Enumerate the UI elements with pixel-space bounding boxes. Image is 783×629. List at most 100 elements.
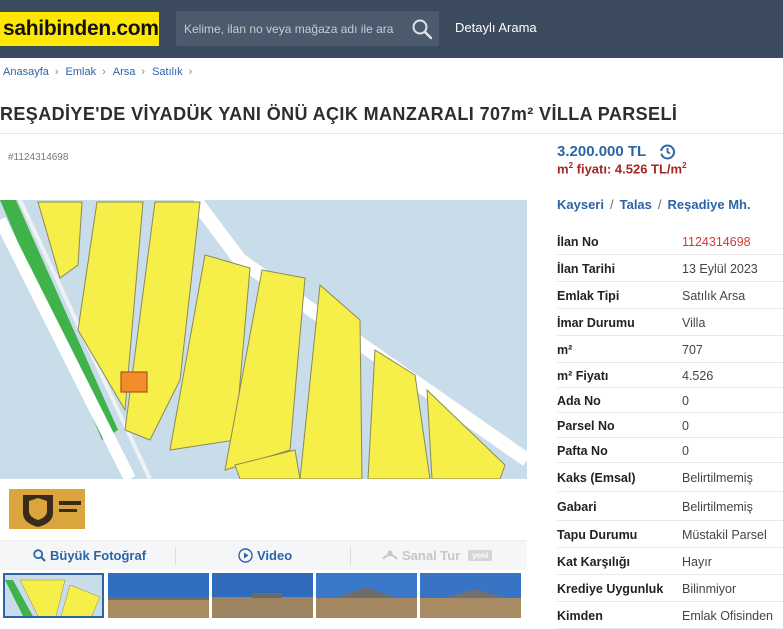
video-button[interactable]: Video bbox=[238, 548, 292, 563]
details-key: Gabari bbox=[557, 499, 597, 514]
details-key: Emlak Tipi bbox=[557, 288, 620, 303]
details-row: Pafta No 0 bbox=[557, 438, 783, 463]
virtual-tour-label: Sanal Tur bbox=[402, 548, 461, 563]
details-key: Tapu Durumu bbox=[557, 527, 638, 542]
virtual-tour-button[interactable]: Sanal Tur yeni bbox=[382, 548, 493, 563]
panorama-icon bbox=[382, 550, 398, 560]
thumbnail-strip bbox=[0, 573, 527, 618]
details-row: m² Fiyatı 4.526 bbox=[557, 363, 783, 388]
search-icon bbox=[33, 549, 46, 562]
details-row: Kimden Emlak Ofisinden bbox=[557, 602, 783, 629]
lion-shield-icon bbox=[9, 489, 85, 529]
details-value: Villa bbox=[682, 315, 706, 330]
location-district[interactable]: Talas bbox=[620, 197, 652, 212]
m2-price: m2 fiyatı: 4.526 TL/m2 bbox=[557, 161, 687, 176]
details-value: 0 bbox=[682, 418, 689, 433]
details-key: Parsel No bbox=[557, 418, 615, 433]
details-value: Satılık Arsa bbox=[682, 288, 746, 303]
details-key: İlan Tarihi bbox=[557, 261, 616, 276]
thumbnail-photo[interactable] bbox=[108, 573, 209, 618]
details-row: Parsel No 0 bbox=[557, 413, 783, 438]
search-icon[interactable] bbox=[411, 18, 433, 40]
chevron-right-icon: › bbox=[54, 66, 59, 78]
m2-price-unit-sup: 2 bbox=[682, 161, 687, 170]
location-city[interactable]: Kayseri bbox=[557, 197, 604, 212]
details-row: Kat Karşılığı Hayır bbox=[557, 548, 783, 575]
details-key: Kaks (Emsal) bbox=[557, 470, 636, 485]
details-value: 0 bbox=[682, 393, 689, 408]
breadcrumb-home[interactable]: Anasayfa bbox=[3, 66, 49, 78]
details-key: İlan No bbox=[557, 234, 599, 249]
details-key: m² Fiyatı bbox=[557, 368, 609, 383]
details-key: m² bbox=[557, 342, 573, 357]
top-bar: sahibinden.com Detaylı Arama bbox=[0, 0, 783, 58]
thumbnail-map[interactable] bbox=[3, 573, 104, 618]
details-value: Belirtilmemiş bbox=[682, 499, 753, 514]
highlighted-parcel bbox=[120, 371, 148, 393]
details-key: Kat Karşılığı bbox=[557, 554, 630, 569]
breadcrumb-satilik[interactable]: Satılık bbox=[152, 66, 183, 78]
big-photo-button[interactable]: Büyük Fotoğraf bbox=[33, 548, 146, 563]
thumbnail-photo[interactable] bbox=[420, 573, 521, 618]
breadcrumb: Anasayfa › Emlak › Arsa › Satılık › bbox=[3, 66, 195, 78]
location-separator: / bbox=[657, 197, 662, 212]
details-row: Gabari Belirtilmemiş bbox=[557, 492, 783, 521]
price-history-icon[interactable] bbox=[658, 143, 676, 161]
listing-price: 3.200.000 TL bbox=[557, 143, 647, 160]
details-value: Bilinmiyor bbox=[682, 581, 737, 596]
toolbar-divider bbox=[350, 547, 351, 565]
play-icon bbox=[238, 548, 253, 563]
new-badge: yeni bbox=[468, 550, 493, 561]
listing-title: REŞADİYE'DE VİYADÜK YANI ÖNÜ AÇIK MANZAR… bbox=[0, 104, 678, 124]
title-divider bbox=[0, 133, 783, 134]
location-breadcrumb: Kayseri / Talas / Reşadiye Mh. bbox=[557, 197, 751, 212]
details-value: 13 Eylül 2023 bbox=[682, 261, 758, 276]
media-toolbar: Büyük Fotoğraf Video Sanal Tur yeni bbox=[0, 540, 527, 570]
location-neighborhood[interactable]: Reşadiye Mh. bbox=[668, 197, 751, 212]
details-key: Pafta No bbox=[557, 443, 608, 458]
video-label: Video bbox=[257, 548, 293, 563]
chevron-right-icon: › bbox=[102, 66, 106, 78]
details-row: Tapu Durumu Müstakil Parsel bbox=[557, 521, 783, 548]
details-row: Ada No 0 bbox=[557, 388, 783, 413]
details-row: m² 707 bbox=[557, 336, 783, 363]
details-row: İlan Tarihi 13 Eylül 2023 bbox=[557, 255, 783, 282]
detailed-search-link[interactable]: Detaylı Arama bbox=[455, 20, 537, 35]
details-key: Ada No bbox=[557, 393, 601, 408]
details-row: İlan No 1124314698 bbox=[557, 228, 783, 255]
search-box bbox=[176, 11, 439, 46]
toolbar-divider bbox=[175, 547, 176, 565]
details-value: Hayır bbox=[682, 554, 712, 569]
main-photo[interactable] bbox=[0, 200, 527, 479]
details-key: Kimden bbox=[557, 608, 603, 623]
details-row: Kaks (Emsal) Belirtilmemiş bbox=[557, 463, 783, 492]
thumbnail-photo[interactable] bbox=[316, 573, 417, 618]
details-key: İmar Durumu bbox=[557, 315, 635, 330]
search-input[interactable] bbox=[176, 11, 401, 46]
details-row: İmar Durumu Villa bbox=[557, 309, 783, 336]
listing-id: #1124314698 bbox=[8, 152, 69, 163]
details-value: Müstakil Parsel bbox=[682, 527, 767, 542]
listing-details-table: İlan No 1124314698 İlan Tarihi 13 Eylül 202… bbox=[557, 228, 783, 629]
site-logo[interactable]: sahibinden.com bbox=[0, 12, 159, 46]
location-separator: / bbox=[609, 197, 614, 212]
details-value: Belirtilmemiş bbox=[682, 470, 753, 485]
breadcrumb-emlak[interactable]: Emlak bbox=[66, 66, 97, 78]
details-value: 0 bbox=[682, 443, 689, 458]
chevron-right-icon: › bbox=[188, 66, 193, 78]
details-row: Krediye Uygunluk Bilinmiyor bbox=[557, 575, 783, 602]
chevron-right-icon: › bbox=[141, 66, 146, 78]
details-value: 1124314698 bbox=[682, 234, 751, 249]
details-key: Krediye Uygunluk bbox=[557, 581, 664, 596]
details-value: 4.526 bbox=[682, 368, 714, 383]
zoning-map-image bbox=[0, 200, 527, 479]
m2-price-prefix: m bbox=[557, 161, 569, 177]
breadcrumb-arsa[interactable]: Arsa bbox=[113, 66, 136, 78]
details-value: Emlak Ofisinden bbox=[682, 608, 774, 623]
big-photo-label: Büyük Fotoğraf bbox=[50, 548, 147, 563]
thumbnail-photo[interactable] bbox=[212, 573, 313, 618]
details-row: Emlak Tipi Satılık Arsa bbox=[557, 282, 783, 309]
details-value: 707 bbox=[682, 342, 703, 357]
agency-logo[interactable] bbox=[9, 489, 85, 529]
m2-price-value: fiyatı: 4.526 TL/m bbox=[573, 161, 683, 177]
